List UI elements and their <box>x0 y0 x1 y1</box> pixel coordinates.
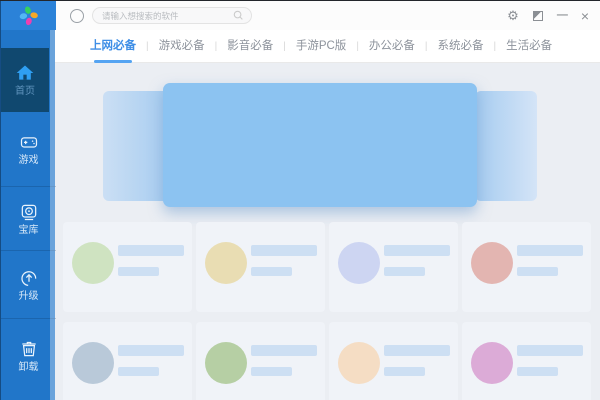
app-desc-placeholder-bar <box>384 267 425 276</box>
tab-item-4[interactable]: 办公必备 <box>359 30 425 63</box>
app-card[interactable] <box>196 222 325 312</box>
search-icon[interactable] <box>233 10 244 21</box>
sidebar-item-label: 游戏 <box>19 155 39 166</box>
app-desc-placeholder-bar <box>118 267 159 276</box>
carousel-banner[interactable] <box>163 83 477 207</box>
sidebar-item-label: 首页 <box>15 86 35 97</box>
app-name-placeholder-bar <box>118 345 184 356</box>
app-icon-placeholder <box>205 242 247 284</box>
carousel-prev-slide[interactable] <box>103 91 170 201</box>
sidebar-item-label: 升级 <box>19 291 39 302</box>
app-icon-placeholder <box>338 242 380 284</box>
app-name-placeholder-bar <box>384 345 450 356</box>
search-box[interactable] <box>92 7 252 24</box>
app-icon-placeholder <box>72 242 114 284</box>
upgrade-icon <box>19 268 39 288</box>
sidebar-item-treasury[interactable]: 宝库 <box>1 186 56 250</box>
app-card[interactable] <box>462 222 591 312</box>
tab-item-2[interactable]: 影音必备 <box>217 30 283 63</box>
sidebar-item-uninstall[interactable]: 卸载 <box>1 318 56 392</box>
title-bar: ⚙ — × <box>55 1 600 30</box>
app-icon-placeholder <box>471 342 513 384</box>
app-card[interactable] <box>196 322 325 400</box>
sidebar-item-label: 卸载 <box>19 362 39 373</box>
sidebar: 首页游戏宝库升级卸载 <box>0 0 55 400</box>
app-card[interactable] <box>63 322 192 400</box>
close-icon[interactable]: × <box>581 9 589 23</box>
gamepad-icon <box>19 132 39 152</box>
status-circle-icon[interactable] <box>70 9 84 23</box>
app-name-placeholder-bar <box>517 345 583 356</box>
app-card[interactable] <box>462 322 591 400</box>
sidebar-item-label: 宝库 <box>19 225 39 236</box>
sidebar-item-games[interactable]: 游戏 <box>1 112 56 186</box>
flower-logo-icon <box>18 5 40 27</box>
app-icon-placeholder <box>72 342 114 384</box>
sidebar-edge-strip <box>50 30 55 400</box>
tab-item-3[interactable]: 手游PC版 <box>286 30 356 63</box>
app-card[interactable] <box>329 222 458 312</box>
app-icon-placeholder <box>471 242 513 284</box>
app-name-placeholder-bar <box>251 245 317 256</box>
tab-item-6[interactable]: 生活必备 <box>496 30 562 63</box>
app-desc-placeholder-bar <box>384 367 425 376</box>
settings-gear-icon[interactable]: ⚙ <box>507 9 519 22</box>
app-desc-placeholder-bar <box>517 267 558 276</box>
treasure-box-icon <box>19 202 39 222</box>
tab-item-0[interactable]: 上网必备 <box>80 30 146 63</box>
app-name-placeholder-bar <box>384 245 450 256</box>
app-name-placeholder-bar <box>251 345 317 356</box>
tab-item-1[interactable]: 游戏必备 <box>149 30 215 63</box>
app-logo[interactable] <box>1 1 56 30</box>
minimize-icon[interactable]: — <box>557 10 567 21</box>
app-card[interactable] <box>63 222 192 312</box>
tab-item-5[interactable]: 系统必备 <box>428 30 494 63</box>
category-tabs: 上网必备|游戏必备|影音必备|手游PC版|办公必备|系统必备|生活必备 <box>55 30 600 63</box>
skin-restore-icon[interactable] <box>533 11 543 21</box>
app-icon-placeholder <box>338 342 380 384</box>
app-desc-placeholder-bar <box>251 267 292 276</box>
app-desc-placeholder-bar <box>251 367 292 376</box>
sidebar-item-home[interactable]: 首页 <box>1 48 49 112</box>
app-name-placeholder-bar <box>118 245 184 256</box>
app-card-grid <box>63 222 595 400</box>
search-input[interactable] <box>100 10 233 22</box>
window-top-border <box>0 0 600 1</box>
main-content <box>55 63 600 400</box>
app-name-placeholder-bar <box>517 245 583 256</box>
sidebar-item-upgrade[interactable]: 升级 <box>1 250 56 318</box>
app-desc-placeholder-bar <box>118 367 159 376</box>
carousel-next-slide[interactable] <box>475 91 537 201</box>
app-card[interactable] <box>329 322 458 400</box>
app-desc-placeholder-bar <box>517 367 558 376</box>
app-icon-placeholder <box>205 342 247 384</box>
home-icon <box>15 63 35 83</box>
window-controls: ⚙ — × <box>507 9 600 23</box>
trash-icon <box>19 339 39 359</box>
